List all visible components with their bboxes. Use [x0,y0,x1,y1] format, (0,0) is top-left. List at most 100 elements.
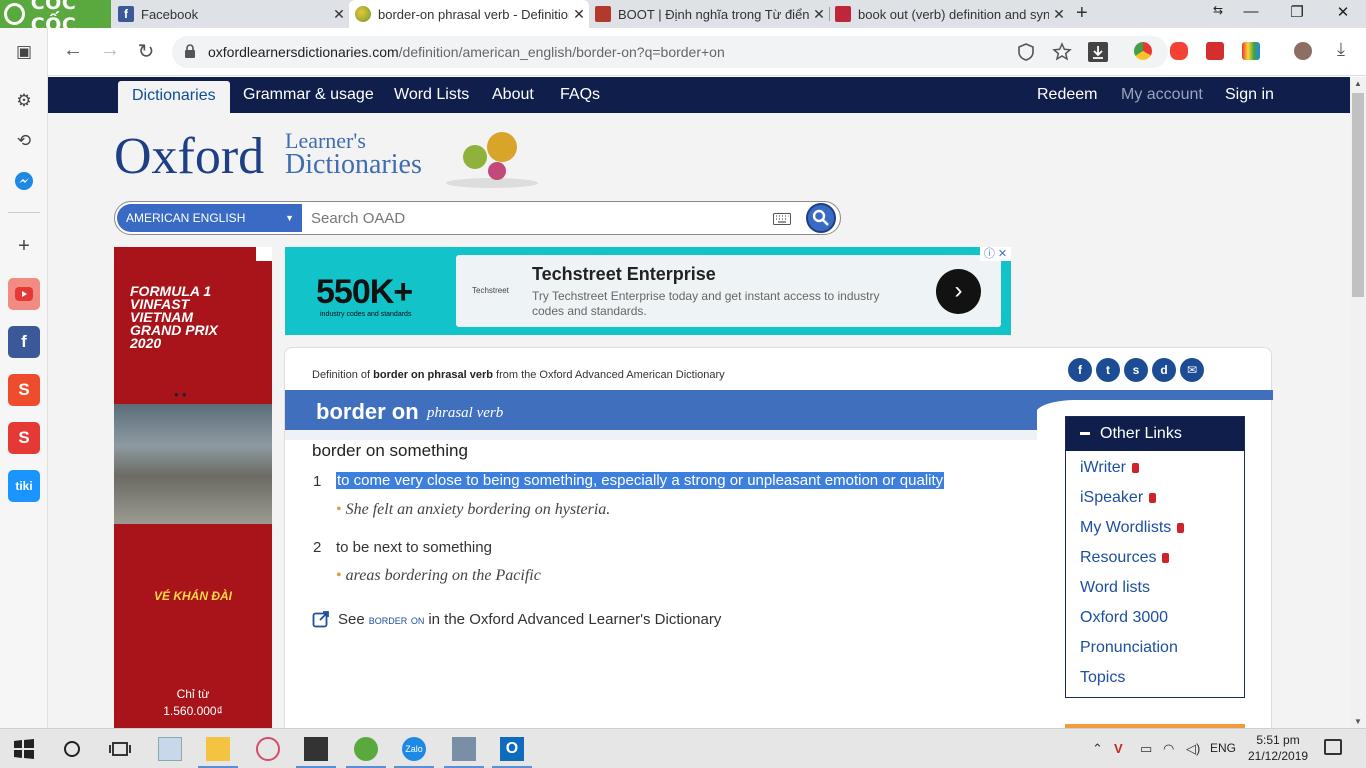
add-shortcut-icon[interactable]: + [8,230,40,262]
dictionary-select[interactable]: AMERICAN ENGLISH ▼ [117,204,302,232]
other-link-oxford-3000[interactable]: Oxford 3000 [1080,609,1168,627]
downloads-icon[interactable]: ⤓ [1328,39,1354,60]
email-share-icon[interactable]: ✉ [1180,358,1204,382]
coccoc-taskbar-icon[interactable] [354,737,378,761]
scrollbar-thumb[interactable] [1352,93,1364,297]
paint-icon[interactable] [256,737,280,761]
address-bar[interactable]: oxfordlearnersdictionaries.com/definitio… [172,36,1168,68]
other-link-resources[interactable]: Resources [1080,549,1170,567]
ad-cta[interactable]: VÉ KHÁN ĐÀI [114,589,272,603]
bookmark-star-icon[interactable] [1052,42,1072,62]
nav-grammar-usage[interactable]: Grammar & usage [243,77,374,113]
left-banner-ad[interactable]: FORMULA 1 VINFAST VIETNAM GRAND PRIX 202… [114,247,272,728]
nav-word-lists[interactable]: Word Lists [394,77,469,113]
facebook-share-icon[interactable]: f [1068,358,1092,382]
tab-cambridge[interactable]: BOOT | Định nghĩa trong Từ điển t ✕ [589,0,829,28]
carousel-dots[interactable]: ●● [174,390,190,399]
task-view-icon[interactable] [108,737,132,761]
color-extension-icon[interactable] [1242,42,1260,60]
ad-choices-icon[interactable] [256,247,272,261]
sidebar-toggle-icon[interactable]: ▣ [8,36,40,68]
coccoc-logo[interactable]: CỐC CỐC [0,0,111,36]
other-link-iwriter[interactable]: iWriter [1080,459,1139,477]
nav-dictionaries[interactable]: Dictionaries [118,81,230,113]
tab-close-icon[interactable]: ✕ [329,6,349,23]
lock-icon[interactable] [184,44,196,59]
stumbleupon-share-icon[interactable]: s [1124,358,1148,382]
logo-dictionaries-text[interactable]: Dictionaries [285,149,422,181]
search-input[interactable] [311,207,761,229]
zalo-icon[interactable]: Zalo [402,737,426,761]
other-link-ispeaker[interactable]: iSpeaker [1080,489,1157,507]
see-xref[interactable]: border on [369,612,425,627]
facebook-icon[interactable]: f [8,326,40,358]
language-indicator[interactable]: ENG [1210,741,1236,755]
page-scrollbar[interactable]: ▲ ▼ [1350,77,1366,728]
tab-close-icon[interactable]: ✕ [809,6,829,23]
nav-about[interactable]: About [492,77,534,113]
back-icon[interactable]: ← [60,39,86,62]
nav-faqs[interactable]: FAQs [560,77,600,113]
notifications-icon[interactable] [1324,739,1342,755]
tab-oxford[interactable]: border-on phrasal verb - Definition ✕ [349,0,589,28]
windows-start-icon[interactable] [12,737,36,761]
forward-icon[interactable]: → [97,39,123,62]
tray-overflow-icon[interactable]: ⌃ [1092,741,1103,757]
tab-search-icon[interactable]: ⇆ [1203,3,1233,17]
wifi-icon[interactable]: ◠ [1163,741,1174,757]
chevron-right-icon[interactable]: › [936,269,981,314]
other-link-pronunciation[interactable]: Pronunciation [1080,639,1178,657]
download-page-icon[interactable] [1088,42,1108,62]
history-icon[interactable]: ⟲ [8,125,40,157]
scroll-down-icon[interactable]: ▼ [1350,717,1366,726]
ad-card[interactable]: Techstreet Techstreet Enterprise Try Tec… [456,255,1001,327]
ad-title[interactable]: Techstreet Enterprise [532,264,716,285]
chrome-extension-icon[interactable] [1134,42,1152,60]
file-explorer-icon[interactable] [206,737,230,761]
shield-icon[interactable] [1016,42,1036,62]
sense-definition[interactable]: to come very close to being something, e… [336,472,945,489]
reload-icon[interactable]: ↻ [133,39,159,64]
sync-extension-icon[interactable] [1206,42,1224,60]
minimize-icon[interactable]: — [1236,3,1266,20]
lazada-icon[interactable]: S [8,422,40,454]
nav-sign-in[interactable]: Sign in [1225,77,1274,113]
volume-icon[interactable]: ◁) [1186,741,1200,757]
other-link-topics[interactable]: Topics [1080,669,1125,687]
youtube-icon[interactable] [8,278,40,310]
tiki-icon[interactable]: tiki [8,470,40,502]
ad-info-close-icon[interactable]: ⓘ ✕ [980,247,1011,261]
nav-redeem[interactable]: Redeem [1037,77,1097,113]
snipping-tool-icon[interactable] [452,737,476,761]
system-clock[interactable]: 5:51 pm 21/12/2019 [1248,732,1308,764]
app-icon[interactable] [158,737,182,761]
sticky-notes-icon[interactable] [304,737,328,761]
keyboard-icon[interactable] [773,213,791,225]
tab-facebook[interactable]: f Facebook ✕ [112,0,349,28]
tab-close-icon[interactable]: ✕ [569,6,589,23]
profile-avatar[interactable] [1294,42,1312,60]
top-banner-ad[interactable]: 550K+ industry codes and standards Techs… [285,247,1011,335]
close-window-icon[interactable]: ✕ [1328,3,1358,21]
shopee-icon[interactable]: S [8,374,40,406]
other-link-word-lists[interactable]: Word lists [1080,579,1150,597]
search-cortana-icon[interactable] [60,737,84,761]
outlook-icon[interactable]: O [500,737,524,761]
digg-share-icon[interactable]: d [1152,358,1176,382]
tab-close-icon[interactable]: ✕ [1049,6,1069,23]
search-button[interactable] [806,203,836,233]
messenger-icon[interactable] [8,165,40,197]
battery-icon[interactable]: ▭ [1140,741,1152,757]
other-link-my-wordlists[interactable]: My Wordlists [1080,519,1185,537]
maximize-icon[interactable]: ❐ [1282,3,1312,21]
new-tab-icon[interactable]: + [1076,2,1088,25]
other-links-header[interactable]: Other Links [1066,417,1244,451]
tab-macmillan[interactable]: book out (verb) definition and syn ✕ [829,0,1069,28]
logo-oxford-text[interactable]: Oxford [114,127,264,186]
see-also-link[interactable]: See border on in the Oxford Advanced Lea… [312,610,721,628]
settings-icon[interactable]: ⚙ [8,85,40,117]
vietkey-icon[interactable]: V [1114,741,1123,756]
nav-my-account[interactable]: My account [1121,77,1203,113]
scroll-up-icon[interactable]: ▲ [1350,79,1366,88]
adblock-extension-icon[interactable] [1170,42,1188,60]
